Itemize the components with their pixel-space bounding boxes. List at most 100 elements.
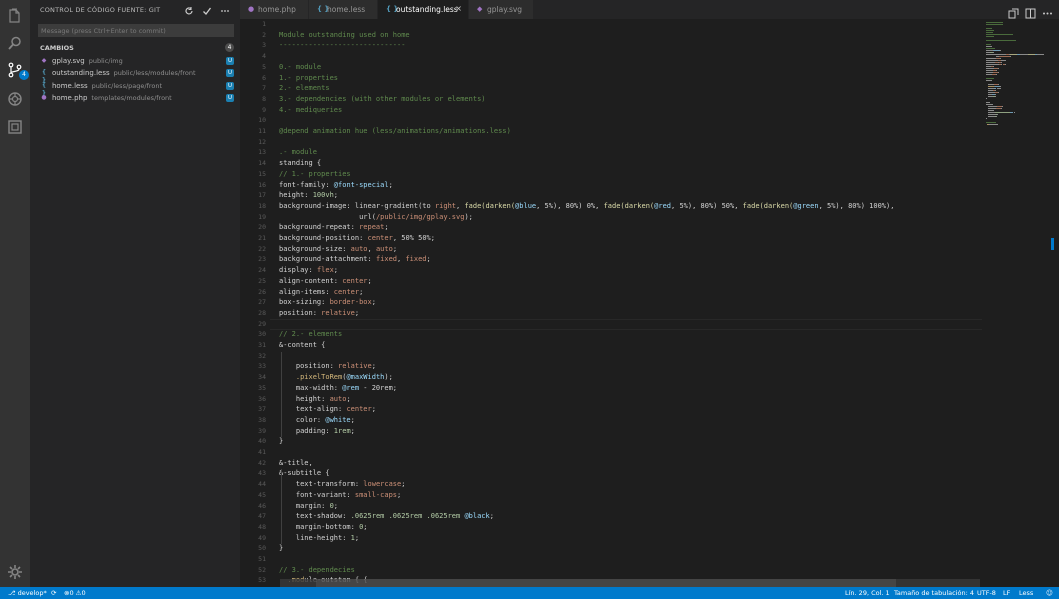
code-token: @font-special — [333, 180, 389, 189]
code-line: background-repeat: repeat; — [279, 223, 389, 231]
code-token: ; — [371, 362, 376, 371]
code-token: - 20rem; — [359, 383, 398, 392]
minimap-line — [995, 116, 997, 117]
changed-file-row[interactable]: ◆ gplay.svg public/img U — [40, 55, 234, 67]
git-branch-indicator[interactable]: ⎇ develop* — [8, 589, 47, 597]
sync-icon[interactable]: ⟳ — [51, 589, 56, 597]
code-line: &-content { — [279, 341, 325, 349]
open-changes-icon[interactable] — [1008, 4, 1019, 19]
tab-size-indicator[interactable]: Tamaño de tabulación: 4 — [894, 589, 974, 597]
debug-icon[interactable] — [5, 89, 25, 109]
code-token: .0625rem .0625rem .0625rem — [350, 512, 465, 521]
code-token: @white — [325, 415, 351, 424]
code-token: ; — [388, 180, 393, 189]
minimap[interactable] — [984, 19, 1052, 587]
minimap-line — [986, 28, 992, 29]
explorer-icon[interactable] — [5, 6, 25, 26]
code-editor[interactable]: 1 2 3 4 5 6 7 8 9 10 11 12 13 14 15 16 17 18 19 20 21 22 23 24 2… — [240, 19, 1059, 587]
code-token: ; — [354, 308, 360, 317]
changes-group-header[interactable]: CAMBIOS 4 — [40, 43, 234, 53]
more-actions-icon[interactable] — [1042, 4, 1053, 15]
minimap-line — [986, 64, 999, 65]
code-token: 100vh — [312, 191, 334, 200]
commit-check-icon[interactable] — [200, 4, 214, 18]
code-token: padding: — [279, 426, 334, 435]
line-number: 4 — [262, 52, 266, 61]
settings-gear-icon[interactable] — [5, 562, 25, 582]
code-token: 4.- mediqueries — [279, 105, 343, 114]
line-number: 32 — [258, 351, 266, 360]
commit-message-input[interactable] — [38, 24, 234, 37]
tab-label: outstanding.less — [396, 5, 458, 14]
feedback-icon[interactable]: ☺ — [1046, 589, 1053, 597]
file-name: home.php — [52, 94, 88, 102]
close-icon[interactable]: × — [455, 4, 462, 13]
code-token: linear-gradient(to — [354, 201, 435, 210]
horizontal-scrollbar-thumb[interactable] — [316, 579, 896, 587]
encoding-indicator[interactable]: UTF-8 — [977, 589, 996, 597]
eol-indicator[interactable]: LF — [1003, 589, 1010, 597]
code-line: standing { — [279, 159, 321, 167]
tab-outstanding-less[interactable]: { } outstanding.less × — [378, 0, 468, 19]
code-token: align-content: — [279, 276, 343, 285]
code-token: position: — [279, 308, 322, 317]
extensions-icon[interactable] — [5, 117, 25, 137]
code-token: fixed — [375, 255, 398, 264]
minimap-line — [986, 44, 991, 45]
changed-file-row[interactable]: { } outstanding.less public/less/modules/… — [40, 67, 234, 84]
changed-file-row[interactable]: { } home.less public/less/page/front U — [40, 80, 234, 97]
more-icon[interactable] — [218, 4, 232, 18]
horizontal-scrollbar[interactable] — [280, 579, 980, 587]
code-token: background-attachment: — [279, 255, 376, 264]
code-token: , 5%), 80%) 0%, — [536, 201, 604, 210]
less-file-icon: { } — [41, 82, 47, 97]
code-line: height: 100vh; — [279, 191, 338, 199]
minimap-line — [999, 58, 1001, 59]
tab-gplay-svg[interactable]: ◆ gplay.svg — [469, 0, 533, 19]
code-token: height: — [279, 394, 330, 403]
code-token: ; — [371, 405, 376, 414]
line-number: 10 — [258, 116, 266, 125]
php-file-icon: ● — [248, 5, 255, 13]
line-number: 25 — [258, 276, 266, 285]
status-bar: ⎇ develop* ⟳ ⊗0 ⚠0 Lín. 29, Col. 1 Tamañ… — [0, 587, 1059, 599]
minimap-line — [993, 50, 1001, 51]
tab-home-php[interactable]: ● home.php — [240, 0, 308, 19]
scm-sidebar: CONTROL DE CÓDIGO FUENTE: GIT CAMBIOS 4 … — [30, 0, 240, 587]
code-token: small-caps — [354, 490, 398, 499]
code-token: 2.- elements — [279, 84, 330, 93]
code-token: darken( — [763, 201, 794, 210]
minimap-line — [998, 92, 999, 93]
file-name: gplay.svg — [52, 57, 85, 65]
sidebar-title: CONTROL DE CÓDIGO FUENTE: GIT — [40, 6, 161, 14]
line-number: 36 — [258, 394, 266, 403]
code-token: auto — [350, 244, 368, 253]
code-token: auto — [375, 244, 393, 253]
line-number: 2 — [262, 30, 266, 39]
code-token: } — [279, 544, 284, 553]
code-token: ; — [333, 191, 339, 200]
cursor-position[interactable]: Lín. 29, Col. 1 — [845, 589, 890, 597]
language-mode[interactable]: Less — [1019, 589, 1033, 597]
search-icon[interactable] — [5, 33, 25, 53]
tab-home-less[interactable]: { } home.less — [309, 0, 377, 19]
source-control-icon[interactable]: 4 — [5, 60, 29, 80]
code-token: ; — [333, 501, 339, 510]
minimap-line — [986, 54, 996, 55]
code-line: background-image: linear-gradient(to rig… — [279, 202, 894, 210]
minimap-line — [986, 32, 993, 33]
line-number: 22 — [258, 244, 266, 253]
split-editor-icon[interactable] — [1025, 4, 1036, 19]
code-token: align-items: — [279, 287, 334, 296]
problems-indicator[interactable]: ⊗0 ⚠0 — [64, 589, 86, 597]
minimap-line — [995, 112, 1011, 113]
code-line: 0.- module — [279, 63, 321, 71]
code-token: repeat — [359, 223, 385, 232]
file-path: templates/modules/front — [91, 94, 172, 102]
refresh-icon[interactable] — [182, 4, 196, 18]
warning-count: 0 — [81, 589, 86, 597]
minimap-line — [986, 104, 993, 105]
line-number: 11 — [258, 127, 266, 135]
code-token: ; — [426, 255, 431, 264]
changed-file-row[interactable]: ● home.php templates/modules/front U — [40, 92, 234, 104]
